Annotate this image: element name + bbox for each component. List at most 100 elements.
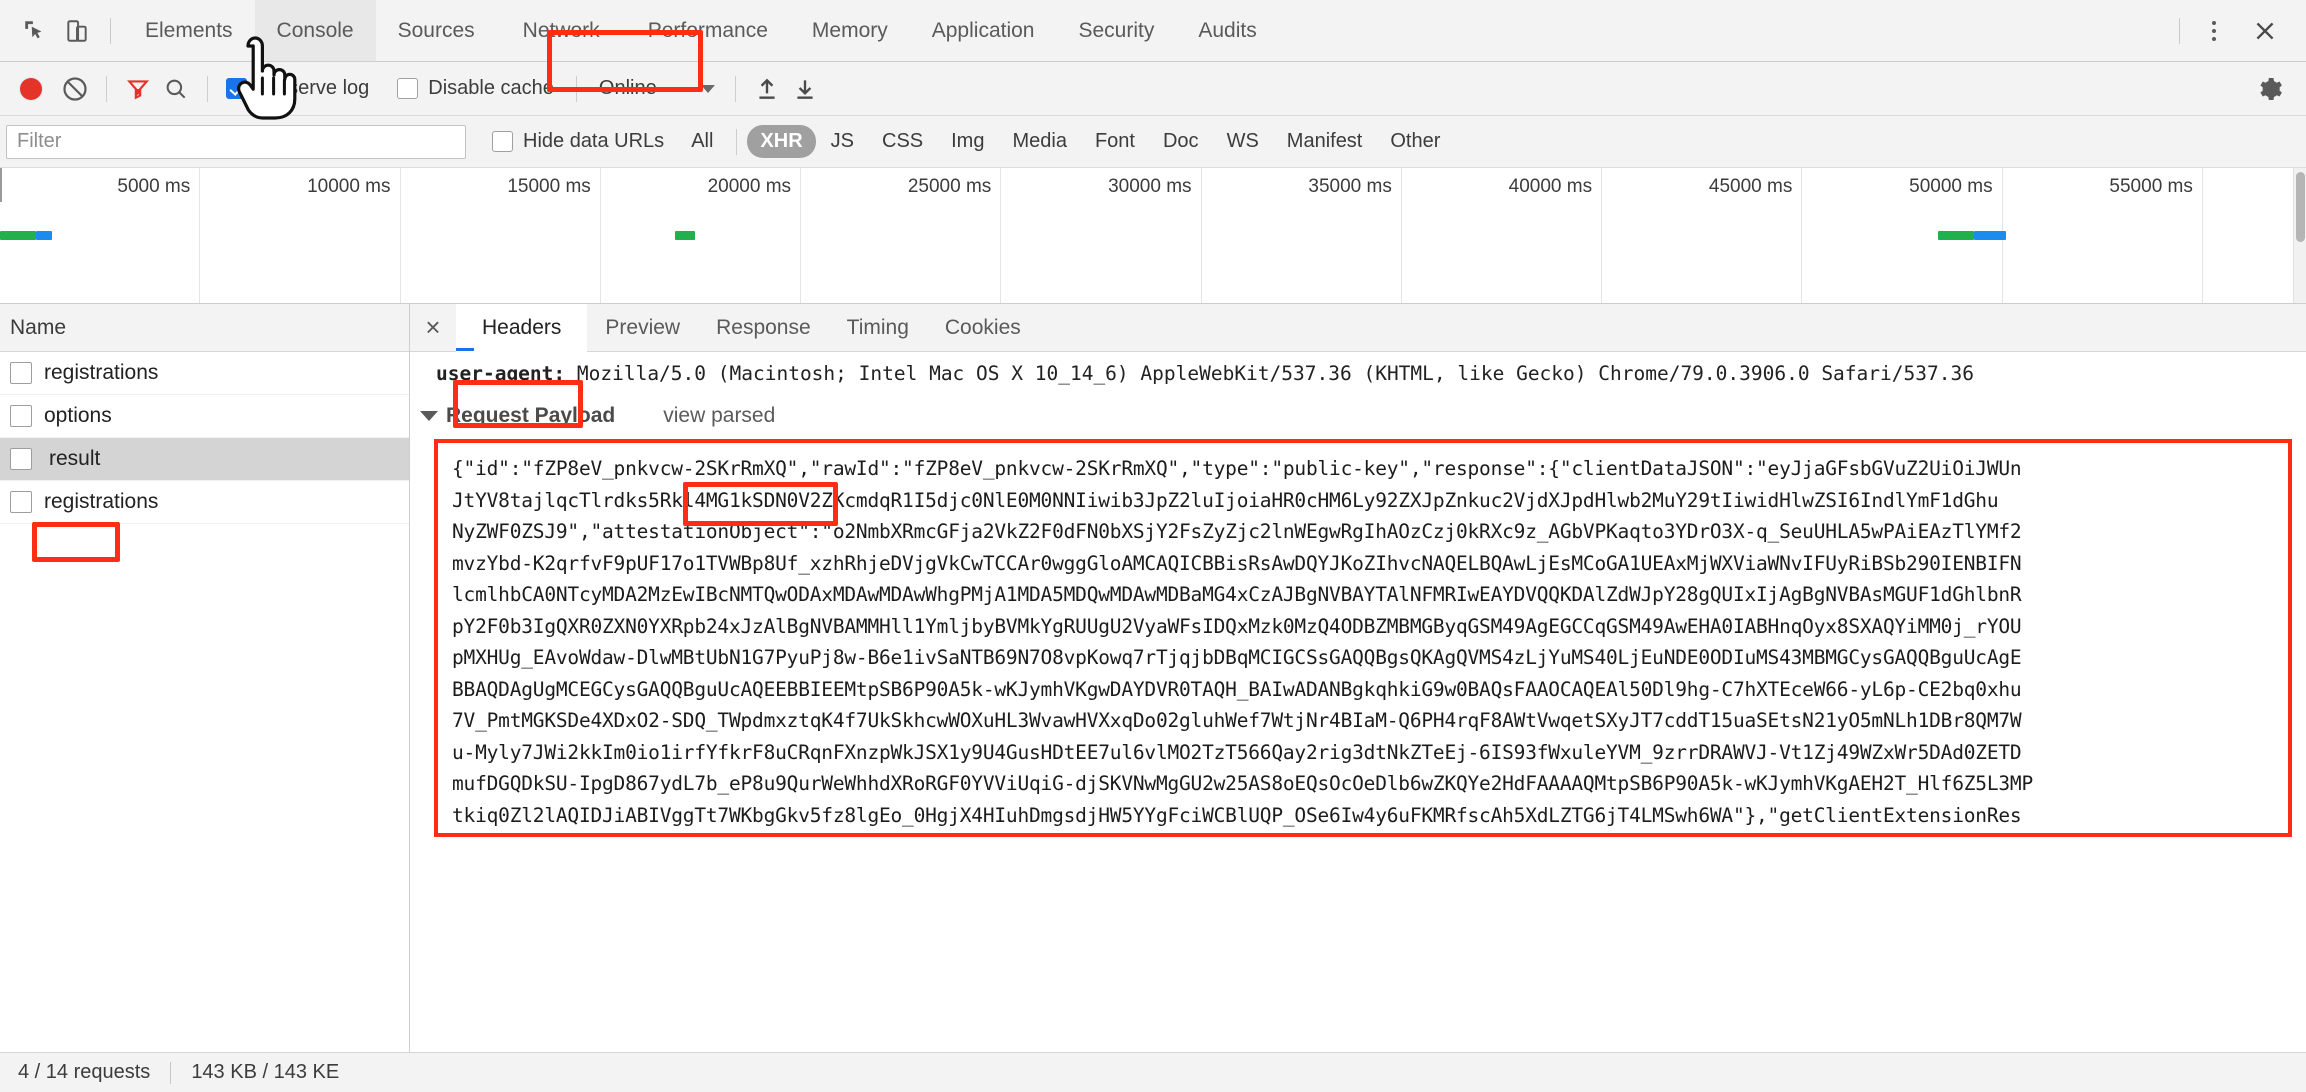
collapse-triangle-icon[interactable] — [420, 411, 438, 421]
close-detail-icon[interactable]: × — [410, 304, 456, 351]
tab-response[interactable]: Response — [698, 304, 829, 351]
clear-button[interactable] — [56, 70, 94, 108]
network-toolbar: Preserve log Disable cache Online — [0, 62, 2306, 116]
overview-request-bar — [0, 231, 36, 240]
filter-funnel-icon[interactable] — [119, 70, 157, 108]
import-har-icon[interactable] — [748, 70, 786, 108]
status-divider — [170, 1061, 172, 1084]
filter-type-css[interactable]: CSS — [869, 125, 936, 158]
preserve-log-label: Preserve log — [257, 77, 370, 99]
toolbar-divider-4 — [734, 75, 736, 102]
settings-gear-icon[interactable] — [2248, 67, 2292, 111]
overview-request-bar — [675, 231, 695, 240]
row-checkbox[interactable] — [10, 362, 32, 384]
request-name: registrations — [44, 490, 159, 513]
devtools-panel-tabbar: Elements Console Sources Network Perform… — [0, 0, 2306, 62]
network-overview-timeline[interactable]: 5000 ms 10000 ms 15000 ms 20000 ms 25000 ms 3… — [0, 168, 2306, 304]
tab-performance[interactable]: Performance — [626, 0, 790, 61]
network-main-area: Name registrations options result registrat… — [0, 304, 2306, 1052]
inspect-element-icon[interactable] — [14, 10, 56, 52]
record-button[interactable] — [20, 77, 42, 100]
tab-timing[interactable]: Timing — [829, 304, 927, 351]
detail-tab-accent — [456, 348, 474, 351]
hide-data-urls-checkbox-box[interactable] — [492, 131, 513, 152]
tab-sources[interactable]: Sources — [376, 0, 497, 61]
tab-application-label: Application — [931, 18, 1035, 42]
payload-line: ults":{},"nickname":"My Yubikey"} — [452, 831, 2278, 833]
payload-line: pMXHUg_EAvoWdaw-DlwMBtUbN1G7PyuPj8w-B6e1… — [452, 646, 2022, 669]
table-row[interactable]: options — [0, 395, 409, 438]
request-payload-body[interactable]: {"id":"fZP8eV_pnkvcw-2SKrRmXQ","rawId":"… — [434, 439, 2292, 837]
tabbar-right-tools — [2167, 0, 2306, 61]
disable-cache-checkbox-box[interactable] — [397, 78, 419, 99]
overview-scrollbar[interactable] — [2293, 168, 2306, 303]
tab-preview[interactable]: Preview — [587, 304, 698, 351]
hide-data-urls-label: Hide data URLs — [523, 130, 665, 152]
filter-type-img[interactable]: Img — [938, 125, 997, 158]
table-row[interactable]: registrations — [0, 481, 409, 524]
request-list-header[interactable]: Name — [0, 304, 409, 352]
tab-memory-label: Memory — [811, 18, 888, 42]
filter-type-doc[interactable]: Doc — [1150, 125, 1212, 158]
overview-tick-label: 55000 ms — [2109, 176, 2193, 197]
toolbar-divider-2 — [207, 75, 208, 102]
tab-audits-label: Audits — [1198, 18, 1257, 42]
request-list-panel: Name registrations options result registrat… — [0, 304, 410, 1052]
more-options-icon[interactable] — [2192, 9, 2236, 53]
payload-line: mufDGQDkSU-IpgD867ydL7b_eP8u9QurWeWhhdXR… — [452, 772, 2033, 795]
view-parsed-link[interactable]: view parsed — [651, 401, 787, 431]
request-name: result — [49, 447, 101, 470]
tab-audits[interactable]: Audits — [1176, 0, 1278, 61]
tab-memory[interactable]: Memory — [790, 0, 910, 61]
tab-headers[interactable]: Headers — [456, 304, 588, 352]
filter-type-other[interactable]: Other — [1377, 125, 1453, 158]
payload-line: mvzYbd-K2qrfvF9pUF17o1TVWBp8Uf_xzhRhjeDV… — [452, 551, 2022, 575]
user-agent-key: user-agent: — [436, 362, 566, 385]
toolbar-divider-1 — [106, 75, 107, 102]
tab-network[interactable]: Network — [497, 0, 626, 61]
hide-data-urls-checkbox[interactable]: Hide data URLs — [492, 130, 664, 153]
search-icon[interactable] — [157, 70, 195, 108]
overview-request-bar — [1938, 231, 1974, 240]
disable-cache-checkbox[interactable]: Disable cache — [397, 77, 554, 100]
tab-cookies[interactable]: Cookies — [927, 304, 1039, 351]
disable-cache-label: Disable cache — [428, 77, 554, 99]
filter-type-font[interactable]: Font — [1082, 125, 1148, 158]
tab-security-label: Security — [1078, 18, 1155, 42]
device-toolbar-icon[interactable] — [56, 10, 98, 52]
table-row[interactable]: result — [0, 438, 409, 481]
filter-type-js[interactable]: JS — [818, 125, 867, 158]
overview-tick: 55000 ms — [0, 168, 2203, 303]
preserve-log-checkbox-box[interactable] — [226, 78, 247, 99]
devtools-window: Elements Console Sources Network Perform… — [0, 0, 2306, 1092]
tab-console[interactable]: Console — [254, 0, 376, 61]
table-row[interactable]: registrations — [0, 352, 409, 395]
preserve-log-checkbox[interactable]: Preserve log — [226, 77, 369, 100]
overview-request-bar — [36, 231, 52, 240]
panel-tab-list: Elements Console Sources Network Perform… — [123, 0, 1279, 61]
export-har-icon[interactable] — [786, 70, 824, 108]
filter-type-media[interactable]: Media — [999, 125, 1079, 158]
payload-line: {"id":"fZP8eV_pnkvcw-2SKrRmXQ","rawId":"… — [452, 457, 2022, 480]
tabbar-divider-right — [2179, 17, 2180, 44]
filter-type-all[interactable]: All — [678, 125, 726, 158]
tab-cookies-label: Cookies — [944, 315, 1021, 339]
tab-elements[interactable]: Elements — [123, 0, 255, 61]
tab-security[interactable]: Security — [1056, 0, 1176, 61]
tab-application[interactable]: Application — [910, 0, 1057, 61]
row-checkbox[interactable] — [10, 405, 32, 427]
payload-line: u-Myly7JWi2kkIm0io1irfYfkrF8uCRqnFXnzpWk… — [452, 740, 2022, 764]
filter-type-manifest[interactable]: Manifest — [1274, 125, 1376, 158]
row-checkbox[interactable] — [10, 448, 32, 470]
filter-type-xhr[interactable]: XHR — [747, 125, 816, 158]
close-devtools-icon[interactable] — [2242, 9, 2288, 53]
column-header-name: Name — [10, 315, 67, 339]
filter-input[interactable] — [6, 124, 466, 159]
throttling-dropdown[interactable]: Online — [589, 77, 725, 100]
payload-line: NyZWF0ZSJ9","attestationObject":"o2NmbXR… — [452, 520, 2022, 543]
row-checkbox[interactable] — [10, 491, 32, 513]
filter-type-ws[interactable]: WS — [1214, 125, 1272, 158]
tab-response-label: Response — [716, 315, 811, 339]
payload-line: BBAQDAgUgMCEGCysGAQQBguUcAQEEBBIEEMtpSB6… — [452, 677, 2022, 701]
tab-console-label: Console — [276, 18, 354, 42]
